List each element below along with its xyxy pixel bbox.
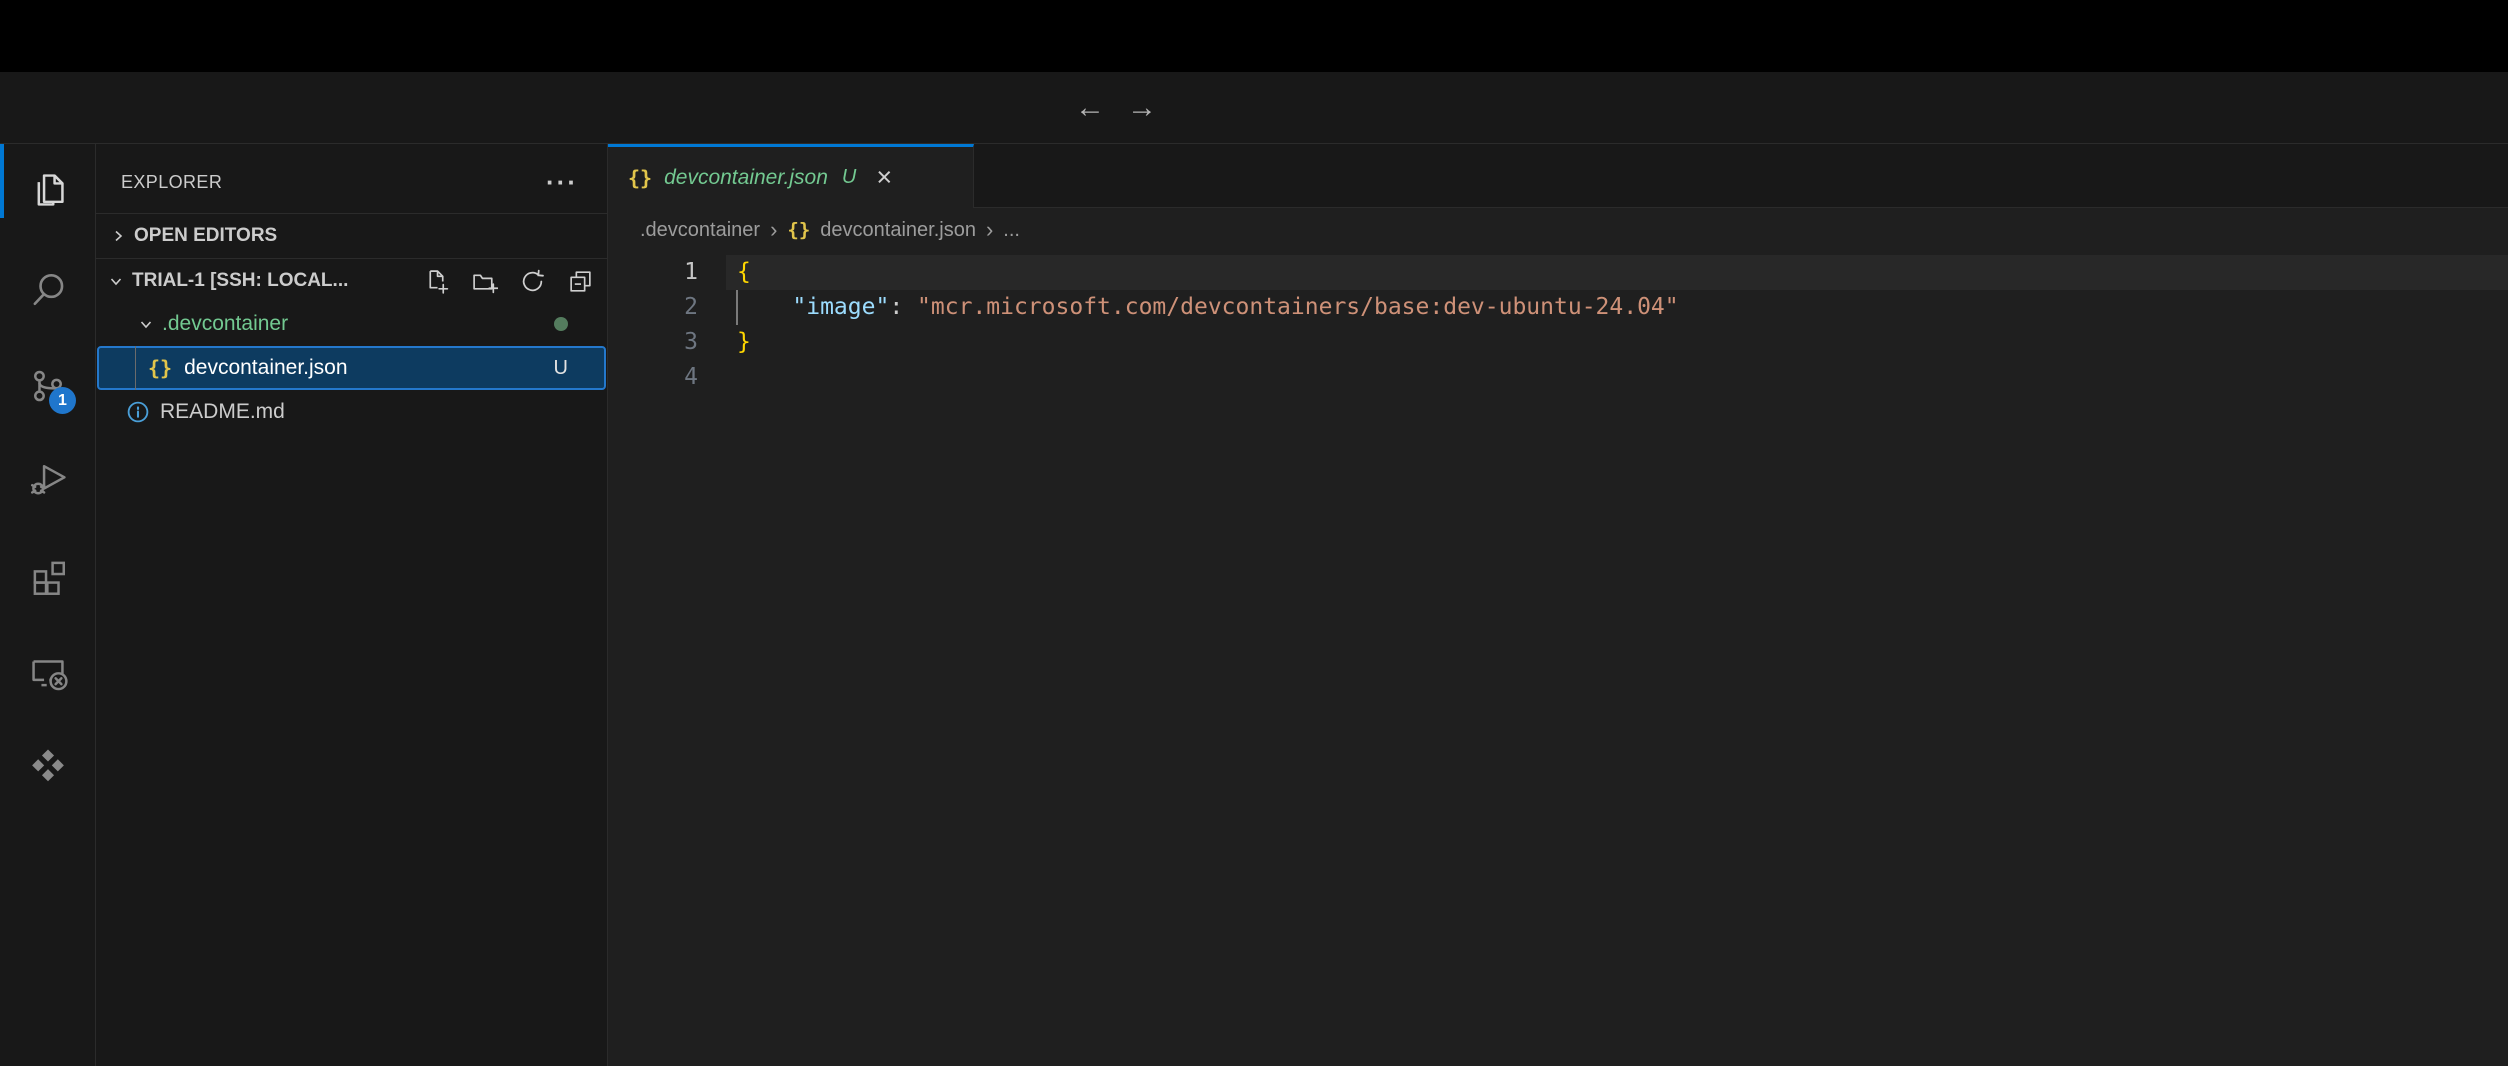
tree-indent-guide: [135, 346, 136, 390]
code-line[interactable]: 3}: [608, 325, 2508, 360]
line-number: 3: [608, 325, 726, 360]
search-view-icon[interactable]: [26, 268, 70, 312]
tab-devcontainer-json[interactable]: {} devcontainer.json U ×: [608, 144, 974, 208]
json-file-icon: {}: [148, 356, 172, 380]
collapse-all-icon[interactable]: [567, 268, 594, 295]
open-editors-label: OPEN EDITORS: [134, 225, 277, 247]
sidebar-title: EXPLORER: [96, 172, 222, 193]
info-file-icon: [126, 400, 150, 424]
code-token: [737, 294, 792, 320]
activity-bar: 1: [0, 144, 96, 1066]
code-token: "image": [792, 294, 889, 320]
source-control-icon[interactable]: 1: [26, 364, 70, 408]
line-number: 2: [608, 290, 726, 325]
editor-group: {} devcontainer.json U × .devcontainer ›…: [608, 144, 2508, 1066]
screen-top-black-area: [0, 0, 2508, 72]
scm-changes-badge: 1: [49, 387, 76, 414]
open-editors-section-header[interactable]: OPEN EDITORS: [96, 213, 608, 257]
workspace-actions: [423, 259, 594, 303]
code-line[interactable]: 1{: [608, 255, 2508, 290]
line-number: 1: [608, 255, 726, 290]
git-changes-dot: [554, 317, 568, 331]
json-file-icon: {}: [628, 166, 652, 190]
history-forward-button[interactable]: →: [1120, 72, 1164, 144]
new-folder-icon[interactable]: [471, 268, 498, 295]
breadcrumb-folder[interactable]: .devcontainer: [640, 219, 760, 242]
code-line-content: }: [726, 325, 2508, 360]
breadcrumb-separator: ›: [770, 217, 777, 243]
breadcrumb-file[interactable]: devcontainer.json: [820, 219, 976, 242]
azure-icon[interactable]: [26, 744, 70, 788]
file-name: README.md: [160, 400, 285, 424]
remote-explorer-icon[interactable]: [26, 650, 70, 694]
breadcrumb-symbol[interactable]: ...: [1003, 219, 1020, 242]
tree-item-devcontainer-folder[interactable]: .devcontainer: [96, 302, 608, 346]
active-view-indicator: [0, 144, 4, 218]
sidebar-title-row: EXPLORER ···: [96, 160, 608, 204]
folder-name: .devcontainer: [162, 312, 288, 336]
new-file-icon[interactable]: [423, 268, 450, 295]
code-line[interactable]: 2 "image": "mcr.microsoft.com/devcontain…: [608, 290, 2508, 325]
chevron-down-icon: [108, 273, 124, 289]
code-line-content: "image": "mcr.microsoft.com/devcontainer…: [726, 290, 2508, 325]
vscode-window: ← → Trial-1 [SSH: localhost:32772]: [0, 0, 2508, 1066]
json-file-icon: {}: [787, 219, 810, 241]
code-line-content: {: [726, 255, 2508, 290]
run-debug-icon[interactable]: [26, 456, 70, 500]
git-untracked-badge: U: [554, 346, 568, 390]
chevron-down-icon: [138, 316, 154, 332]
title-bar: ← → Trial-1 [SSH: localhost:32772]: [0, 72, 2508, 144]
line-number: 4: [608, 360, 726, 395]
extensions-icon[interactable]: [26, 554, 70, 598]
workspace-section-header[interactable]: TRIAL-1 [SSH: LOCAL...: [96, 258, 608, 302]
code-line[interactable]: 4: [608, 360, 2508, 395]
code-token: "mcr.microsoft.com/devcontainers/base:de…: [917, 294, 1679, 320]
code-line-content: [726, 360, 2508, 395]
breadcrumb-separator: ›: [986, 217, 993, 243]
code-token: }: [737, 329, 751, 355]
tab-label: devcontainer.json: [664, 166, 828, 190]
code-token: {: [737, 259, 751, 285]
selection-highlight: [97, 346, 606, 390]
code-token: :: [889, 294, 917, 320]
explorer-icon[interactable]: [26, 168, 70, 212]
breadcrumb: .devcontainer › {} devcontainer.json › .…: [608, 208, 2508, 252]
explorer-more-actions-button[interactable]: ···: [546, 160, 578, 204]
chevron-right-icon: [110, 228, 126, 244]
refresh-icon[interactable]: [519, 268, 546, 295]
history-back-button[interactable]: ←: [1068, 72, 1112, 144]
code-editor[interactable]: 1{2 "image": "mcr.microsoft.com/devconta…: [608, 252, 2508, 1066]
tab-git-badge: U: [842, 166, 856, 189]
tab-close-button[interactable]: ×: [876, 164, 892, 191]
workspace-label: TRIAL-1 [SSH: LOCAL...: [132, 270, 348, 292]
explorer-sidebar: EXPLORER ··· OPEN EDITORS TRIAL-1 [SSH: …: [96, 144, 608, 1066]
tree-item-devcontainer-json[interactable]: {} devcontainer.json U: [96, 346, 608, 390]
file-name: devcontainer.json: [184, 356, 347, 380]
tree-item-readme[interactable]: README.md: [96, 390, 608, 434]
indent-guide: [736, 290, 738, 325]
